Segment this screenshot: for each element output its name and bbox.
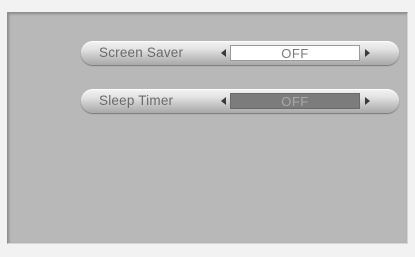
sleep-timer-label: Sleep Timer xyxy=(99,93,174,108)
settings-panel: Screen Saver OFF Sleep Timer OFF xyxy=(7,12,408,244)
screen-saver-label: Screen Saver xyxy=(99,45,184,60)
arrow-left-icon[interactable] xyxy=(221,49,226,57)
arrow-right-icon[interactable] xyxy=(365,49,370,57)
screen-saver-value[interactable]: OFF xyxy=(230,45,360,61)
menu-row-screen-saver[interactable]: Screen Saver OFF xyxy=(81,41,399,65)
sleep-timer-value[interactable]: OFF xyxy=(230,93,360,109)
settings-screen: Screen Saver OFF Sleep Timer OFF xyxy=(0,0,415,257)
menu-row-sleep-timer[interactable]: Sleep Timer OFF xyxy=(81,89,399,113)
arrow-right-icon[interactable] xyxy=(365,97,370,105)
arrow-left-icon[interactable] xyxy=(221,97,226,105)
